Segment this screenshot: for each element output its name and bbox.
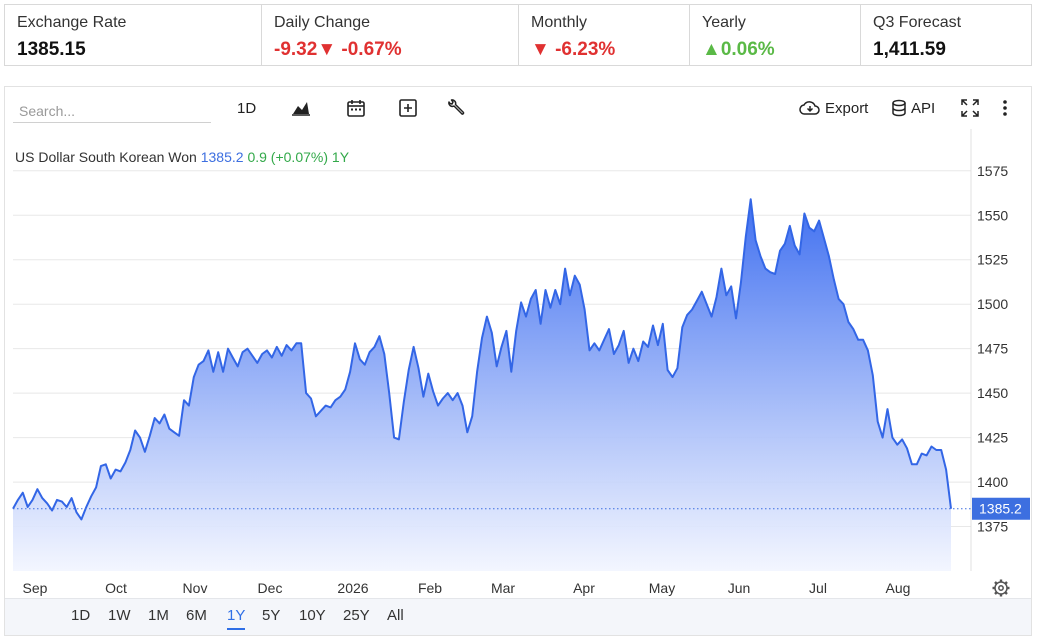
chart-panel: 1D Export API US Dollar South Korean Won [4,86,1032,636]
area-chart[interactable]: 1375 1400 1425 1450 1475 1500 1525 1550 1575 1385… [5,87,1031,599]
x-tick-label: May [649,580,675,596]
stat-exchange-rate: Exchange Rate 1385.15 [5,5,262,65]
daily-change-value: -9.32 [274,39,318,60]
stat-monthly: Monthly ▼ -6.23% [519,5,690,65]
last-value-label: 1385.2 [979,501,1022,517]
stat-value: ▼ -6.23% [531,37,677,63]
y-tick-label: 1400 [977,474,1008,490]
stat-label: Daily Change [274,14,371,31]
daily-change-percent: -0.67% [341,39,402,60]
x-tick-label: Mar [491,580,515,596]
stat-label: Monthly [531,14,588,31]
yearly-value: 0.06% [720,39,775,60]
y-tick-label: 1425 [977,430,1008,446]
y-tick-label: 1450 [977,385,1008,401]
range-1m[interactable]: 1M [148,607,169,628]
x-tick-label: Jun [728,580,751,596]
y-tick-label: 1550 [977,207,1008,223]
stat-value: 1385.15 [17,39,86,60]
range-10y[interactable]: 10Y [299,607,326,628]
x-tick-label: Dec [258,580,283,596]
x-tick-label: Oct [105,580,127,596]
stat-value: ▲0.06% [702,37,848,63]
down-arrow-icon: ▼ [531,39,550,60]
x-tick-label: Sep [23,580,48,596]
x-tick-label: Apr [573,580,595,596]
range-1d[interactable]: 1D [71,607,90,628]
settings-gear-icon[interactable] [992,579,1010,597]
stat-label: Q3 Forecast [873,14,962,31]
down-arrow-icon: ▼ [317,39,337,60]
stat-q3-forecast: Q3 Forecast 1,411.59 [861,5,1031,65]
range-5y[interactable]: 5Y [262,607,280,628]
y-tick-label: 1375 [977,519,1008,535]
y-tick-label: 1525 [977,252,1008,268]
stat-yearly: Yearly ▲0.06% [690,5,861,65]
stat-value: -9.32▼ -0.67% [274,37,506,63]
x-tick-label: Aug [886,580,911,596]
up-arrow-icon: ▲ [702,39,721,60]
x-tick-label: Nov [183,580,208,596]
range-all[interactable]: All [387,607,404,628]
stat-label: Exchange Rate [17,14,127,31]
y-tick-label: 1500 [977,296,1008,312]
stats-bar: Exchange Rate 1385.15 Daily Change -9.32… [4,4,1032,66]
x-tick-label: 2026 [337,580,368,596]
stat-label: Yearly [702,14,746,31]
x-tick-label: Feb [418,580,442,596]
range-6m[interactable]: 6M [186,607,207,628]
range-selector: 1D 1W 1M 6M 1Y 5Y 10Y 25Y All [5,598,1031,635]
range-1y[interactable]: 1Y [227,607,246,630]
stat-daily-change: Daily Change -9.32▼ -0.67% [262,5,519,65]
x-tick-label: Jul [809,580,827,596]
stat-value: 1,411.59 [873,39,946,60]
area-fill [13,199,951,571]
y-tick-label: 1575 [977,163,1008,179]
y-tick-label: 1475 [977,341,1008,357]
monthly-value: -6.23% [555,39,616,60]
range-25y[interactable]: 25Y [343,607,370,628]
range-1w[interactable]: 1W [108,607,131,628]
